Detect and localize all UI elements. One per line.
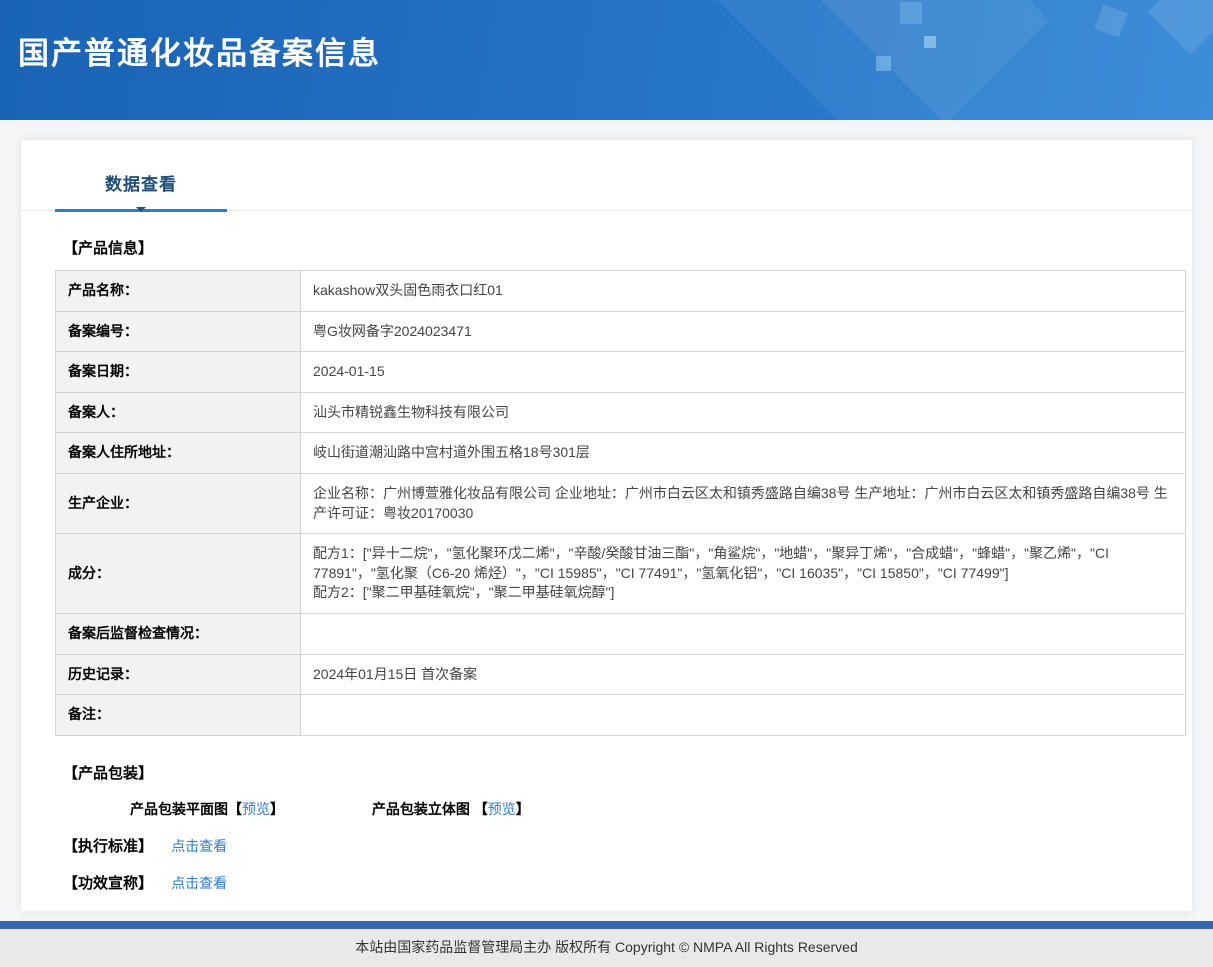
row-value: 配方1：["异十二烷"，"氢化聚环戊二烯"，"辛酸/癸酸甘油三酯"，"角鲨烷"，… — [313, 545, 1109, 601]
efficacy-view-link[interactable]: 点击查看 — [171, 875, 227, 891]
row-value: 岐山街道潮汕路中宫村道外围五格18号301层 — [313, 444, 590, 461]
table-row-history: 历史记录： 2024年01月15日 首次备案 — [56, 654, 1185, 696]
table-row-registrant: 备案人： 汕头市精锐鑫生物科技有限公司 — [56, 392, 1185, 434]
footer-text: 本站由国家药品监督管理局主办 版权所有 Copyright © NMPA All… — [0, 928, 1213, 967]
content-card: 数据查看 【产品信息】 产品名称： kakashow双头固色雨衣口红01 备案编… — [21, 140, 1192, 911]
row-label: 备案人住所地址： — [56, 433, 301, 473]
tab-label: 数据查看 — [105, 175, 177, 194]
packaging-solid-item: 产品包装立体图 【预览】 — [372, 801, 530, 817]
footer-accent-bar — [0, 920, 1213, 929]
page-footer: 本站由国家药品监督管理局主办 版权所有 Copyright © NMPA All… — [0, 911, 1213, 967]
packaging-solid-preview-link[interactable]: 预览 — [488, 801, 516, 817]
row-label: 备案编号： — [56, 311, 301, 352]
row-value — [301, 695, 1185, 735]
header-decoration — [876, 56, 891, 71]
row-label: 成分： — [56, 534, 301, 613]
table-row-supervision-check: 备案后监督检查情况： — [56, 613, 1185, 655]
table-row-manufacturer: 生产企业： 企业名称：广州博萱雅化妆品有限公司 企业地址：广州市白云区太和镇秀盛… — [56, 473, 1185, 535]
packaging-solid-label: 产品包装立体图 【 — [371, 800, 488, 817]
row-label: 生产企业： — [56, 473, 301, 534]
row-value: kakashow双头固色雨衣口红01 — [313, 282, 503, 298]
table-row-registration-date: 备案日期： 2024-01-15 — [56, 352, 1185, 393]
tab-caret-icon — [136, 207, 146, 212]
row-value — [301, 614, 1185, 654]
row-label: 备案后监督检查情况： — [56, 613, 301, 654]
section-title-efficacy: 【功效宣称】 — [63, 874, 154, 892]
row-value: 企业名称：广州博萱雅化妆品有限公司 企业地址：广州市白云区太和镇秀盛路自编38号… — [313, 484, 1168, 521]
packaging-row: 产品包装平面图【预览】 产品包装立体图 【预览】 — [130, 799, 1186, 819]
content-area: 【产品信息】 产品名称： kakashow双头固色雨衣口红01 备案编号： 粤G… — [21, 237, 1192, 893]
packaging-flat-label: 产品包装平面图【 — [130, 800, 242, 817]
row-value: 2024年01月15日 首次备案 — [313, 665, 478, 682]
packaging-solid-bracket: 】 — [515, 800, 530, 817]
header-decoration — [900, 2, 922, 24]
page-title: 国产普通化妆品备案信息 — [18, 36, 381, 71]
table-row-registrant-address: 备案人住所地址： 岐山街道潮汕路中宫村道外围五格18号301层 — [56, 433, 1185, 474]
table-row-remarks: 备注： — [56, 695, 1185, 736]
page-header: 国产普通化妆品备案信息 — [0, 0, 1213, 120]
row-value: 2024-01-15 — [313, 363, 385, 380]
efficacy-row: 【功效宣称】 点击查看 — [63, 872, 1186, 893]
product-info-table: 产品名称： kakashow双头固色雨衣口红01 备案编号： 粤G妆网备字202… — [55, 270, 1186, 736]
section-title-product-info: 【产品信息】 — [63, 240, 154, 257]
row-label: 产品名称： — [56, 271, 301, 311]
row-value: 粤G妆网备字2024023471 — [313, 322, 472, 339]
row-label: 备案日期： — [56, 352, 301, 392]
packaging-flat-item: 产品包装平面图【预览】 — [130, 801, 288, 817]
table-row-product-name: 产品名称： kakashow双头固色雨衣口红01 — [56, 271, 1185, 312]
table-row-registration-number: 备案编号： 粤G妆网备字2024023471 — [56, 311, 1185, 353]
row-label: 备案人： — [56, 392, 301, 433]
packaging-flat-preview-link[interactable]: 预览 — [242, 801, 270, 817]
row-value: 汕头市精锐鑫生物科技有限公司 — [313, 403, 509, 420]
row-label: 历史记录： — [56, 654, 301, 695]
section-title-packaging: 【产品包装】 — [63, 764, 154, 782]
header-decoration — [924, 36, 936, 48]
table-row-ingredients: 成分： 配方1：["异十二烷"，"氢化聚环戊二烯"，"辛酸/癸酸甘油三酯"，"角… — [56, 534, 1185, 614]
section-title-standards: 【执行标准】 — [63, 837, 154, 855]
standards-row: 【执行标准】 点击查看 — [63, 835, 1186, 856]
packaging-flat-bracket: 】 — [270, 800, 284, 817]
tab-data-view[interactable]: 数据查看 — [55, 170, 227, 212]
row-label: 备注： — [56, 695, 301, 735]
tab-bar: 数据查看 — [21, 140, 1192, 212]
standards-view-link[interactable]: 点击查看 — [171, 838, 227, 854]
